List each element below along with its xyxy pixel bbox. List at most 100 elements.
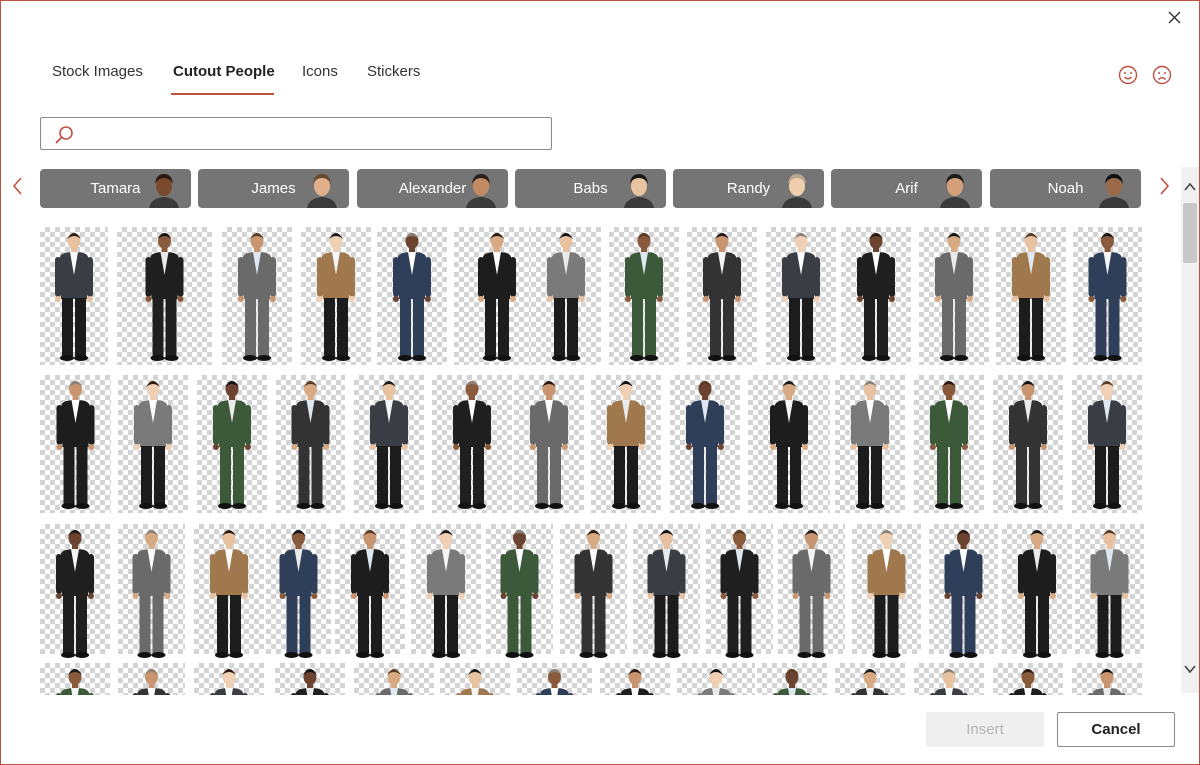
person-cutout-figure — [132, 669, 171, 695]
cutout-person-thumbnail[interactable] — [914, 663, 984, 695]
person-cutout-figure — [1088, 669, 1126, 695]
tab-icons[interactable]: Icons — [302, 63, 338, 80]
scrollbar-thumb[interactable] — [1183, 203, 1197, 263]
person-cutout-figure — [574, 530, 613, 658]
person-chip-james[interactable]: James — [198, 169, 349, 208]
cutout-person-thumbnail[interactable] — [919, 227, 989, 365]
cutout-person-thumbnail[interactable] — [929, 524, 998, 658]
person-chip-tamara[interactable]: Tamara — [40, 169, 191, 208]
close-icon[interactable] — [1164, 7, 1186, 29]
cutout-person-thumbnail[interactable] — [687, 227, 757, 365]
cutout-person-thumbnail[interactable] — [440, 663, 510, 695]
cutout-person-thumbnail[interactable] — [1072, 663, 1142, 695]
cutout-person-thumbnail[interactable] — [354, 663, 434, 695]
cutout-person-thumbnail[interactable] — [778, 524, 845, 658]
cutout-person-thumbnail[interactable] — [748, 375, 830, 513]
person-cutout-figure — [930, 669, 968, 695]
cutout-person-thumbnail[interactable] — [591, 375, 661, 513]
cutout-person-thumbnail[interactable] — [40, 524, 110, 658]
cutout-person-thumbnail[interactable] — [454, 227, 540, 365]
person-cutout-figure — [1012, 233, 1050, 361]
cutout-person-thumbnail[interactable] — [40, 375, 111, 513]
cutout-person-thumbnail[interactable] — [766, 227, 836, 365]
cutout-person-thumbnail[interactable] — [677, 663, 755, 695]
cutout-person-thumbnail[interactable] — [706, 524, 773, 658]
insert-button[interactable]: Insert — [926, 712, 1044, 747]
cutout-person-thumbnail[interactable] — [222, 227, 292, 365]
cutout-person-thumbnail[interactable] — [194, 524, 264, 658]
cutout-person-thumbnail[interactable] — [670, 375, 740, 513]
cutout-person-thumbnail[interactable] — [118, 663, 185, 695]
search-input[interactable] — [83, 122, 547, 148]
cancel-button[interactable]: Cancel — [1057, 712, 1175, 747]
cutout-person-thumbnail[interactable] — [377, 227, 447, 365]
cutout-person-thumbnail[interactable] — [560, 524, 627, 658]
person-chip-babs[interactable]: Babs — [515, 169, 666, 208]
cutout-person-thumbnail[interactable] — [117, 227, 212, 365]
cutout-person-thumbnail[interactable] — [335, 524, 405, 658]
insert-picture-dialog: Stock Images Cutout People Icons Sticker… — [0, 0, 1200, 765]
cutout-person-thumbnail[interactable] — [852, 524, 921, 658]
person-face-thumbnail — [1099, 174, 1129, 208]
person-cutout-figure — [792, 530, 831, 658]
person-chip-alexander[interactable]: Alexander — [357, 169, 508, 208]
cutout-person-thumbnail[interactable] — [517, 663, 592, 695]
person-face-thumbnail — [624, 174, 654, 208]
cutout-person-thumbnail[interactable] — [118, 524, 185, 658]
cutout-person-thumbnail[interactable] — [276, 375, 345, 513]
frown-icon[interactable] — [1151, 64, 1173, 86]
cutout-person-thumbnail[interactable] — [118, 375, 188, 513]
smile-icon[interactable] — [1117, 64, 1139, 86]
cutout-person-thumbnail[interactable] — [633, 524, 700, 658]
cutout-person-thumbnail[interactable] — [432, 375, 512, 513]
person-chip-noah[interactable]: Noah — [990, 169, 1141, 208]
tab-stock-images[interactable]: Stock Images — [52, 63, 143, 80]
vertical-scrollbar[interactable] — [1181, 167, 1199, 693]
person-cutout-figure — [351, 530, 389, 658]
person-cutout-figure — [478, 233, 516, 361]
cutout-person-thumbnail[interactable] — [600, 663, 670, 695]
cutout-person-thumbnail[interactable] — [1073, 227, 1142, 365]
person-cutout-figure — [238, 233, 276, 361]
cutout-person-thumbnail[interactable] — [996, 227, 1066, 365]
person-cutout-figure — [770, 381, 808, 509]
cutout-person-thumbnail[interactable] — [197, 375, 267, 513]
person-cutout-figure — [697, 669, 735, 695]
cutout-person-thumbnail[interactable] — [266, 524, 331, 658]
cutout-person-thumbnail[interactable] — [486, 524, 553, 658]
cutout-person-thumbnail[interactable] — [275, 663, 345, 695]
chevron-right-icon[interactable] — [1155, 173, 1173, 199]
person-cutout-figure — [944, 530, 983, 658]
cutout-person-thumbnail[interactable] — [757, 663, 827, 695]
cutout-person-thumbnail[interactable] — [411, 524, 481, 658]
search-box[interactable] — [40, 117, 552, 150]
person-cutout-figure — [851, 381, 889, 509]
cutout-person-thumbnail[interactable] — [354, 375, 424, 513]
chevron-left-icon[interactable] — [9, 173, 27, 199]
cutout-person-thumbnail[interactable] — [1002, 524, 1072, 658]
cutout-person-thumbnail[interactable] — [514, 375, 584, 513]
person-chip-randy[interactable]: Randy — [673, 169, 824, 208]
person-cutout-figure — [782, 233, 820, 361]
cutout-person-thumbnail[interactable] — [194, 663, 264, 695]
tab-cutout-people[interactable]: Cutout People — [173, 63, 275, 80]
cutout-person-thumbnail[interactable] — [1075, 524, 1144, 658]
cutout-person-thumbnail[interactable] — [609, 227, 679, 365]
cutout-person-thumbnail[interactable] — [40, 663, 110, 695]
person-chip-arif[interactable]: Arif — [831, 169, 982, 208]
person-cutout-figure — [317, 233, 355, 361]
cutout-person-thumbnail[interactable] — [40, 227, 108, 365]
cutout-person-thumbnail[interactable] — [531, 227, 601, 365]
person-cutout-figure — [1018, 530, 1056, 658]
cutout-person-thumbnail[interactable] — [914, 375, 984, 513]
cutout-person-thumbnail[interactable] — [993, 663, 1063, 695]
cutout-person-thumbnail[interactable] — [993, 375, 1063, 513]
scroll-down-arrow-icon[interactable] — [1181, 661, 1199, 677]
cutout-person-thumbnail[interactable] — [835, 663, 905, 695]
cutout-person-thumbnail[interactable] — [835, 375, 905, 513]
cutout-person-thumbnail[interactable] — [301, 227, 371, 365]
cutout-person-thumbnail[interactable] — [841, 227, 911, 365]
scroll-up-arrow-icon[interactable] — [1181, 179, 1199, 195]
cutout-person-thumbnail[interactable] — [1072, 375, 1142, 513]
tab-stickers[interactable]: Stickers — [367, 63, 420, 80]
